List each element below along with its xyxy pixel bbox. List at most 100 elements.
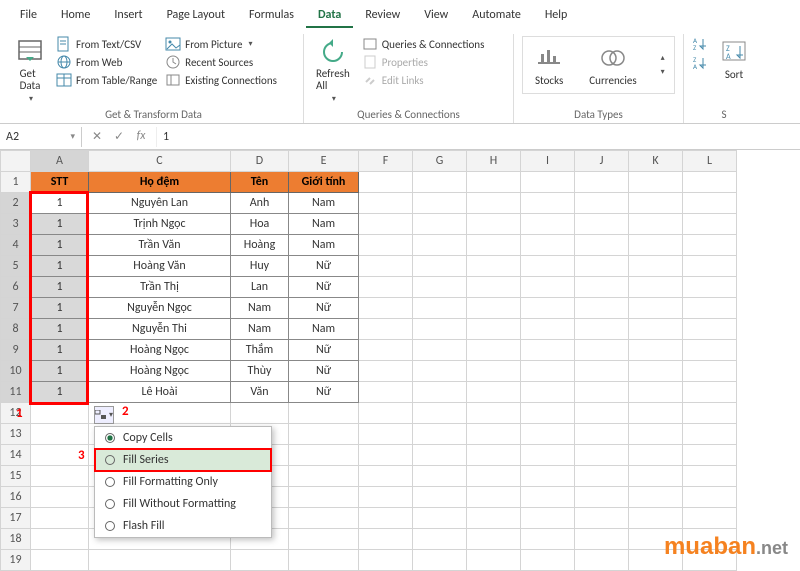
cell[interactable]: 1 [31,340,89,361]
formula-input[interactable]: 1 [156,127,800,147]
autofill-options-button[interactable]: ▾ [94,406,114,424]
col-header[interactable]: L [683,151,737,172]
cell[interactable]: Hoàng [231,235,289,256]
cell[interactable]: Anh [231,193,289,214]
row-header[interactable]: 18 [1,529,31,550]
row-header[interactable]: 10 [1,361,31,382]
cell[interactable]: Nguyễn Ngọc [89,298,231,319]
cell[interactable]: Hoàng Ngọc [89,340,231,361]
col-header[interactable]: J [575,151,629,172]
row-header[interactable]: 6 [1,277,31,298]
from-table-button[interactable]: From Table/Range [56,72,157,88]
cell[interactable]: Nam [231,319,289,340]
menu-file[interactable]: File [8,4,49,28]
cell[interactable]: 1 [31,256,89,277]
sort-za-button[interactable]: ZA [692,55,708,71]
from-textcsv-button[interactable]: From Text/CSV [56,36,157,52]
cell[interactable]: Nam [289,214,359,235]
cell[interactable]: Nữ [289,298,359,319]
row-header[interactable]: 11 [1,382,31,403]
cell[interactable]: Nam [289,193,359,214]
cell[interactable]: Nam [289,319,359,340]
col-header[interactable]: K [629,151,683,172]
ctx-fill-formatting-only[interactable]: Fill Formatting Only [95,471,271,493]
queries-connections-button[interactable]: Queries & Connections [362,36,485,52]
cell[interactable]: 1 [31,193,89,214]
col-header[interactable]: H [467,151,521,172]
cell[interactable]: Trần Thị [89,277,231,298]
row-header[interactable]: 17 [1,508,31,529]
cell[interactable]: Nữ [289,256,359,277]
ctx-fill-series[interactable]: Fill Series [95,449,271,471]
cell[interactable]: Nam [289,235,359,256]
row-header[interactable]: 13 [1,424,31,445]
cell[interactable]: Thắm [231,340,289,361]
col-header[interactable]: I [521,151,575,172]
currencies-button[interactable]: Currencies [585,42,640,89]
cell[interactable]: Nguyễn Thi [89,319,231,340]
cell[interactable]: Huy [231,256,289,277]
table-header-cell[interactable]: Họ đệm [89,172,231,193]
row-header[interactable]: 3 [1,214,31,235]
fx-icon[interactable]: fx [130,129,152,144]
recent-sources-button[interactable]: Recent Sources [165,54,277,70]
ctx-copy-cells[interactable]: Copy Cells [95,427,271,449]
row-header[interactable]: 9 [1,340,31,361]
cell[interactable]: Nữ [289,340,359,361]
cell[interactable]: Văn [231,382,289,403]
cell[interactable]: Nữ [289,382,359,403]
ctx-flash-fill[interactable]: Flash Fill [95,515,271,537]
col-header[interactable]: D [231,151,289,172]
row-header[interactable]: 4 [1,235,31,256]
table-header-cell[interactable]: Tên [231,172,289,193]
cell[interactable]: Hoàng Văn [89,256,231,277]
cell[interactable]: 1 [31,214,89,235]
menu-formulas[interactable]: Formulas [237,4,306,28]
menu-insert[interactable]: Insert [102,4,154,28]
menu-automate[interactable]: Automate [460,4,533,28]
menu-home[interactable]: Home [49,4,102,28]
cell[interactable]: Hoàng Ngọc [89,361,231,382]
row-header[interactable]: 16 [1,487,31,508]
enter-icon[interactable]: ✓ [108,129,130,144]
cell[interactable]: Nguyên Lan [89,193,231,214]
cell[interactable]: Thùy [231,361,289,382]
col-header[interactable]: G [413,151,467,172]
row-header[interactable]: 8 [1,319,31,340]
row-header[interactable]: 5 [1,256,31,277]
get-data-button[interactable]: Get Data ▾ [12,36,48,106]
existing-connections-button[interactable]: Existing Connections [165,72,277,88]
sort-az-button[interactable]: AZ [692,36,708,52]
refresh-all-button[interactable]: Refresh All ▾ [312,36,354,106]
cell[interactable]: Trần Văn [89,235,231,256]
menu-help[interactable]: Help [533,4,580,28]
menu-data[interactable]: Data [306,4,353,28]
cell[interactable]: Hoa [231,214,289,235]
menu-review[interactable]: Review [353,4,412,28]
cell[interactable]: 1 [31,382,89,403]
col-header[interactable]: E [289,151,359,172]
col-header[interactable]: F [359,151,413,172]
stocks-button[interactable]: Stocks [531,42,567,89]
row-header[interactable]: 19 [1,550,31,571]
cell[interactable]: Lan [231,277,289,298]
table-header-cell[interactable]: Giới tính [289,172,359,193]
sort-button[interactable]: ZASort [716,36,752,83]
cell[interactable]: Lê Hoài [89,382,231,403]
cell[interactable]: Trịnh Ngọc [89,214,231,235]
name-box[interactable]: A2▾ [0,127,82,147]
from-web-button[interactable]: From Web [56,54,157,70]
row-header[interactable]: 2 [1,193,31,214]
cell[interactable]: 1 [31,361,89,382]
cell[interactable]: 1 [31,235,89,256]
menu-page-layout[interactable]: Page Layout [155,4,237,28]
cell[interactable]: Nam [231,298,289,319]
row-header[interactable]: 7 [1,298,31,319]
col-header[interactable]: C [89,151,231,172]
cell[interactable]: 1 [31,277,89,298]
cancel-icon[interactable]: ✕ [86,129,108,144]
cell[interactable]: 1 [31,319,89,340]
table-header-cell[interactable]: STT [31,172,89,193]
cell[interactable]: Nữ [289,361,359,382]
select-all-corner[interactable] [1,151,31,172]
